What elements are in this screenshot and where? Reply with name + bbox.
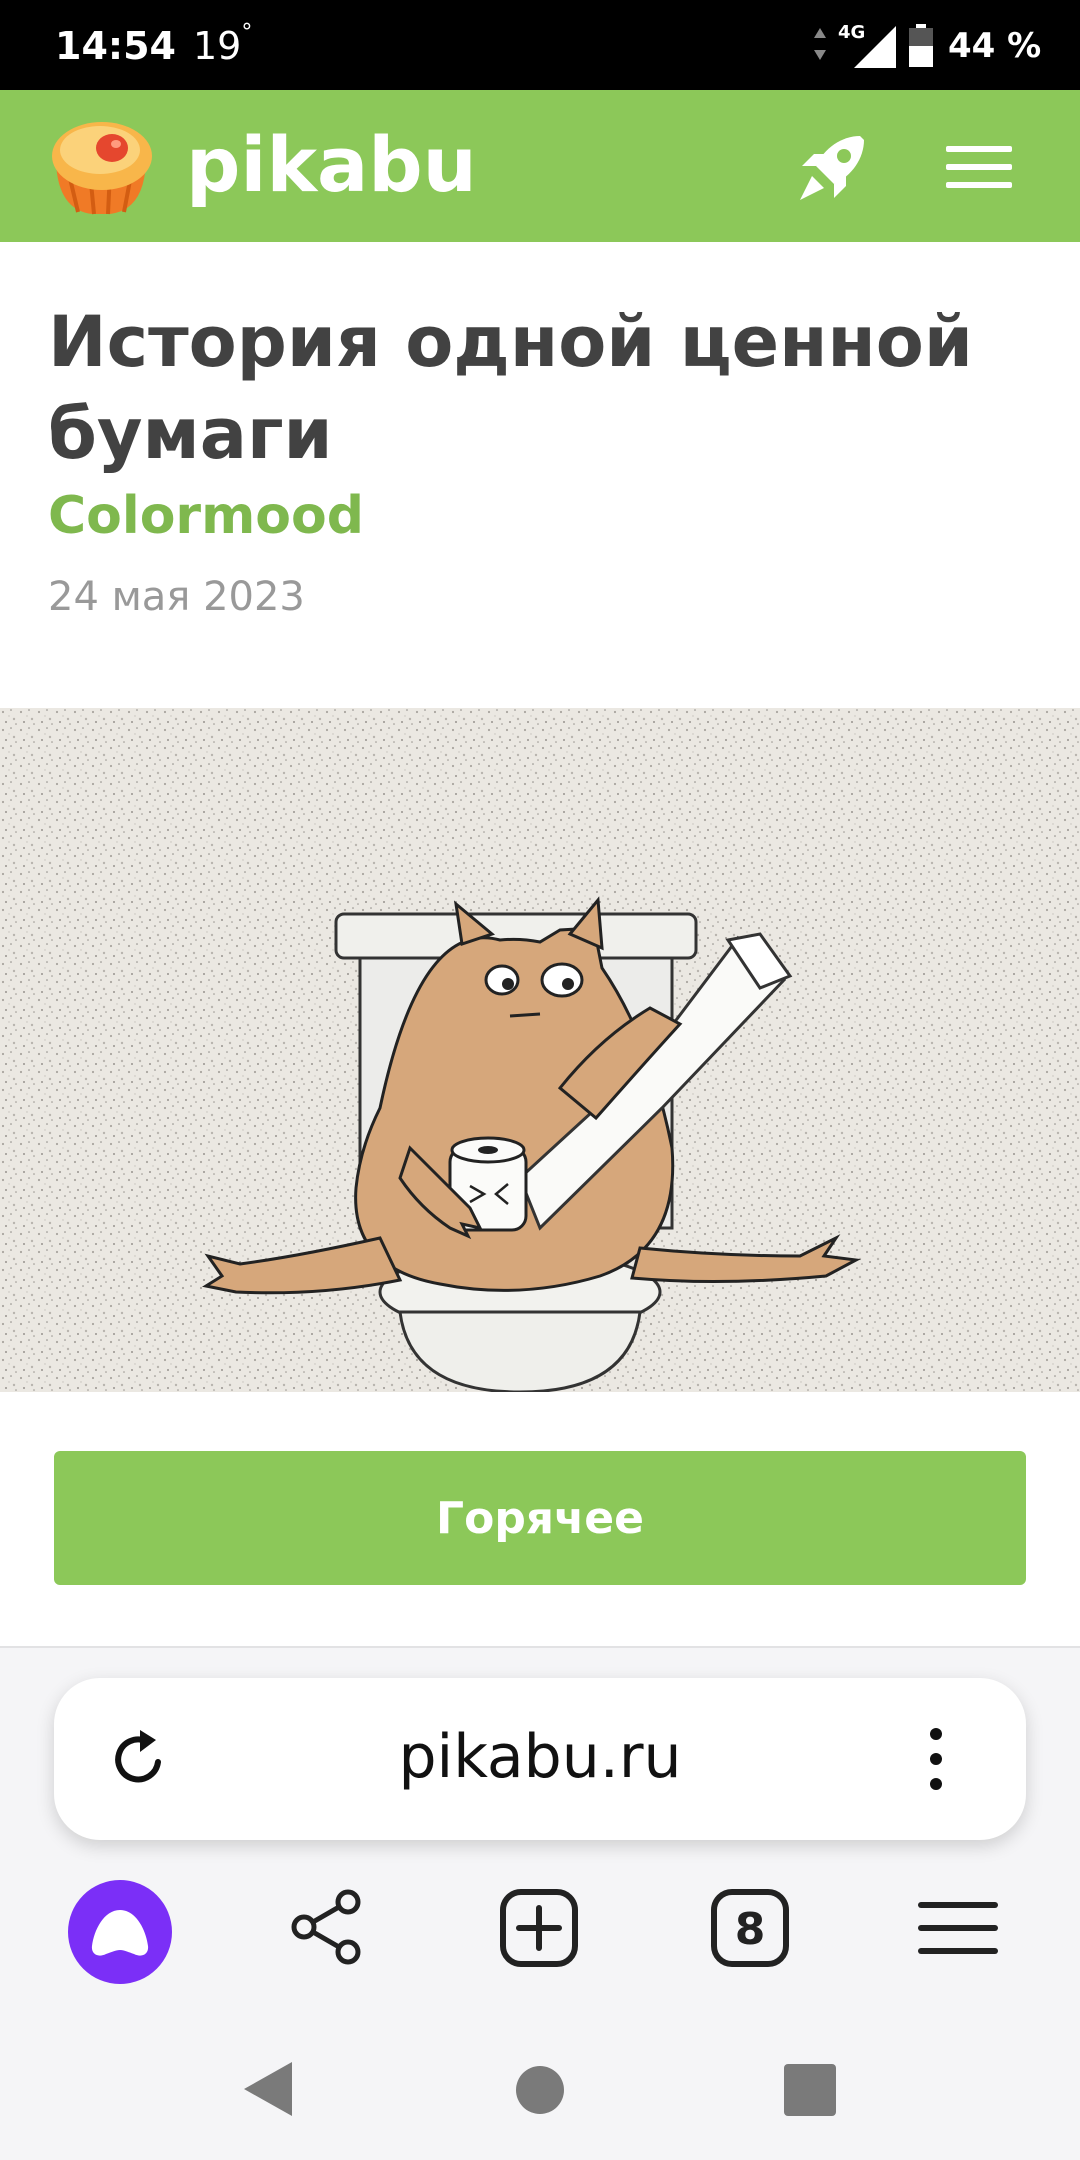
status-time: 14:54: [55, 24, 176, 68]
battery-percent: 44 %: [948, 26, 1042, 66]
new-tab-icon[interactable]: [499, 1888, 579, 1968]
status-bar: 14:54 19° 4G 44 %: [0, 0, 1080, 90]
address-bar[interactable]: pikabu.ru: [54, 1678, 1026, 1840]
status-temperature: 19°: [193, 20, 253, 68]
signal-icon: 4G: [814, 22, 896, 68]
battery-icon: [909, 24, 933, 67]
cupcake-logo-icon[interactable]: [44, 110, 156, 222]
back-icon[interactable]: [240, 2060, 294, 2118]
article-title[interactable]: История одной ценной бумаги: [48, 296, 1028, 480]
system-navigation: [0, 2010, 1080, 2160]
svg-text:4G: 4G: [838, 22, 865, 43]
more-vertical-icon[interactable]: [924, 1724, 948, 1794]
share-icon[interactable]: [288, 1888, 366, 1966]
alice-assistant-icon[interactable]: [68, 1880, 172, 1984]
tabs-count: 8: [735, 1904, 766, 1955]
tabs-icon[interactable]: 8: [710, 1888, 790, 1968]
browser-menu-icon[interactable]: [918, 1898, 998, 1958]
hamburger-menu-icon[interactable]: [946, 142, 1012, 192]
rocket-icon[interactable]: [790, 126, 874, 210]
home-icon[interactable]: [514, 2064, 566, 2116]
site-brand[interactable]: pikabu: [186, 120, 477, 209]
address-url[interactable]: pikabu.ru: [54, 1722, 1026, 1792]
site-header: pikabu: [0, 90, 1080, 242]
article-image[interactable]: [0, 708, 1080, 1392]
recents-icon[interactable]: [784, 2064, 836, 2116]
hot-button[interactable]: Горячее: [54, 1451, 1026, 1585]
article-author[interactable]: Colormood: [48, 486, 364, 546]
article-date: 24 мая 2023: [48, 574, 305, 620]
